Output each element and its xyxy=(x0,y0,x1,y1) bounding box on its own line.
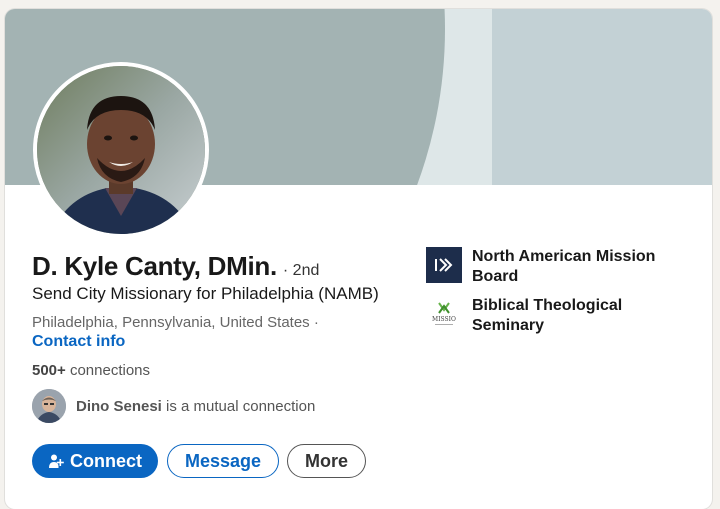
namb-logo-icon xyxy=(426,247,462,283)
connections-count[interactable]: 500+ connections xyxy=(32,362,150,379)
missio-logo-text: MISSIO xyxy=(432,316,456,323)
mutual-name: Dino Senesi xyxy=(76,397,162,415)
missio-logo-icon: MISSIO xyxy=(426,296,462,332)
org-biblical-theological-seminary[interactable]: MISSIO Biblical Theological Seminary xyxy=(426,296,682,336)
profile-card: D. Kyle Canty, DMin. · 2nd Send City Miss… xyxy=(5,9,712,509)
mutual-connection[interactable]: Dino Senesi is a mutual connection xyxy=(32,388,315,424)
profile-avatar[interactable] xyxy=(33,62,209,238)
org-north-american-mission-board[interactable]: North American Mission Board xyxy=(426,247,682,287)
contact-info-link[interactable]: Contact info xyxy=(32,333,125,351)
connect-label: Connect xyxy=(70,450,142,471)
connections-label: connections xyxy=(69,362,151,379)
mutual-avatar xyxy=(32,389,66,423)
profile-headline: Send City Missionary for Philadelphia (N… xyxy=(32,284,379,303)
name-row: D. Kyle Canty, DMin. · 2nd xyxy=(32,251,319,282)
mutual-text: Dino Senesi is a mutual connection xyxy=(76,398,315,415)
more-button[interactable]: More xyxy=(287,444,366,478)
add-person-icon xyxy=(48,453,64,469)
mutual-photo xyxy=(32,389,66,423)
org-name: Biblical Theological Seminary xyxy=(472,297,623,334)
org-name: North American Mission Board xyxy=(472,248,656,285)
profile-photo xyxy=(37,66,205,234)
profile-name: D. Kyle Canty, DMin. xyxy=(32,251,277,281)
mutual-description: is a mutual connection xyxy=(166,397,316,415)
connection-degree: · 2nd xyxy=(282,262,320,279)
message-button[interactable]: Message xyxy=(167,444,279,478)
profile-location: Philadelphia, Pennsylvania, United State… xyxy=(32,314,319,331)
connect-button[interactable]: Connect xyxy=(32,444,158,478)
connections-number: 500+ xyxy=(32,362,66,379)
